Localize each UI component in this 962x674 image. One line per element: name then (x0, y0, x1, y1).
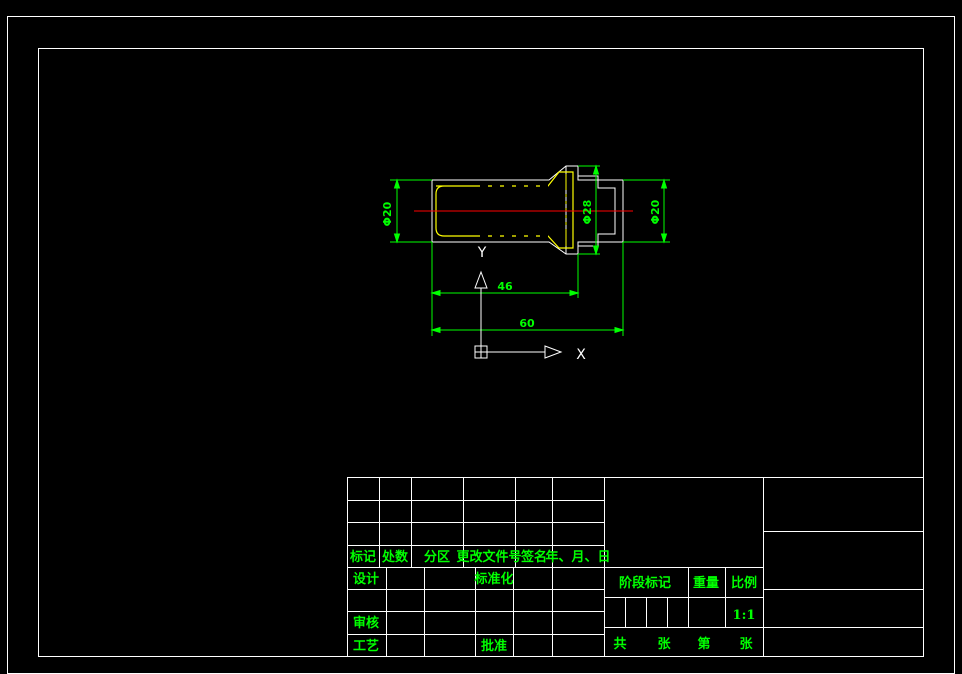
arrowhead (430, 289, 441, 297)
dim-text-dia-right[interactable]: Φ20 (649, 199, 662, 224)
arrowhead (569, 289, 580, 297)
tb-total: 共 (613, 636, 626, 652)
tb-rev-count: 处数 (381, 549, 409, 565)
arrowhead (592, 245, 600, 256)
tb-sheets-1: 张 (657, 637, 671, 652)
dim-text-dia-left[interactable]: Φ20 (381, 201, 394, 226)
title-block-grid (347, 477, 924, 657)
tb-scale-label: 比例 (731, 575, 757, 591)
tb-rev-doc: 更改文件号 (456, 549, 521, 565)
dim-text-60[interactable]: 60 (519, 317, 535, 330)
part-outline[interactable] (414, 165, 633, 255)
arrowhead (592, 164, 600, 175)
tb-sheet-no: 第 (697, 636, 710, 652)
tb-scale-value: 1:1 (733, 608, 756, 623)
ucs-icon (474, 270, 563, 359)
arrowhead (393, 233, 401, 244)
tb-rev-mark: 标记 (349, 549, 376, 565)
tb-rev-date: 年、月、日 (545, 549, 610, 565)
tb-stage-mark: 阶段标记 (619, 575, 671, 591)
ucs-y-label: Y (477, 245, 487, 261)
tb-design: 设计 (353, 571, 379, 587)
tb-rev-zone: 分区 (424, 549, 450, 565)
tb-sheets-2: 张 (739, 637, 753, 652)
arrowhead (614, 326, 625, 334)
cad-drawing-canvas[interactable]: Φ20 Φ28 Φ20 46 60 Y X 标记 处数 分区 更改文件号 签名 … (0, 0, 962, 674)
part-outer-profile (431, 165, 624, 255)
dim-text-46[interactable]: 46 (497, 280, 513, 293)
tb-process: 工艺 (353, 638, 379, 654)
arrowhead (660, 233, 668, 244)
tb-weight: 重量 (693, 575, 719, 591)
dim-text-dia-mid[interactable]: Φ28 (581, 200, 594, 225)
tb-rev-sign: 签名 (520, 549, 547, 565)
arrowhead (393, 178, 401, 189)
tb-review: 审核 (353, 615, 379, 631)
tb-approve: 批准 (481, 638, 507, 654)
arrowhead (660, 178, 668, 189)
arrowhead (430, 326, 441, 334)
tb-standardize: 标准化 (473, 571, 513, 587)
ucs-x-label: X (576, 347, 586, 363)
